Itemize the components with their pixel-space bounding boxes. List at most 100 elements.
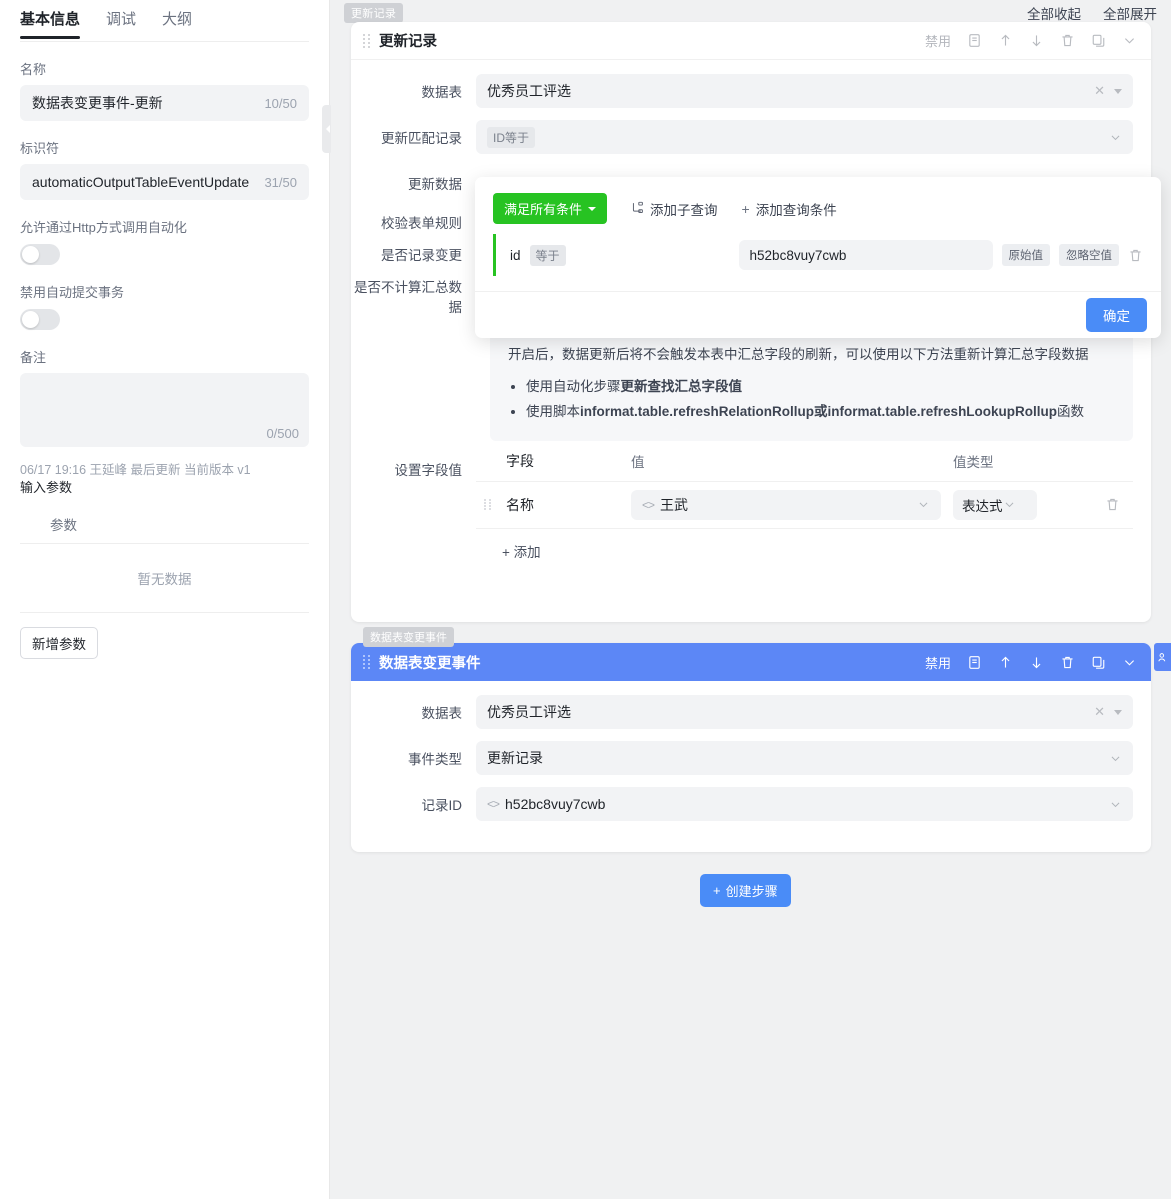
chevron-down-icon[interactable] [1109,752,1122,765]
column-header-type: 值类型 [941,451,1091,471]
event-datasheet-select[interactable]: 优秀员工评选 ✕ [476,695,1133,729]
move-down-icon[interactable] [1029,33,1044,48]
http-call-label: 允许通过Http方式调用自动化 [20,217,309,236]
list-item: 使用脚本informat.table.refreshRelationRollup… [526,399,1115,425]
trigger-card-tag: 数据表变更事件 [363,627,454,647]
chevron-down-icon[interactable] [1109,798,1122,811]
drag-handle-icon[interactable] [363,34,370,48]
note-icon[interactable] [967,655,982,670]
copy-icon[interactable] [1091,33,1106,48]
card-body: 数据表 优秀员工评选 ✕ 事件类型 更新记录 [351,681,1151,821]
parameter-column-header: 参数 [20,506,309,544]
flow-step-tag: 更新记录 [344,3,403,23]
collaborators-side-tab[interactable] [1154,643,1171,671]
move-up-icon[interactable] [998,655,1013,670]
sidebar-tabs: 基本信息 调试 大纲 [20,0,309,42]
chevron-down-icon[interactable] [1003,498,1016,511]
disable-step-button[interactable]: 禁用 [925,653,951,672]
disable-step-button[interactable]: 禁用 [925,31,951,50]
drag-handle-icon[interactable] [484,499,491,511]
row-delete-cell [1091,497,1133,512]
add-field-value-label: 添加 [514,545,541,560]
confirm-button[interactable]: 确定 [1086,298,1147,332]
popup-body: 满足所有条件 添加子查询 [475,177,1161,276]
datasheet-row: 数据表 优秀员工评选 ✕ [351,74,1133,108]
clear-icon[interactable]: ✕ [1094,704,1105,720]
record-id-select[interactable]: <> h52bc8vuy7cwb [476,787,1133,821]
name-value: 数据表变更事件-更新 [32,93,163,113]
copy-icon[interactable] [1091,655,1106,670]
create-step-button[interactable]: + 创建步骤 [700,874,791,907]
parameter-empty-state: 暂无数据 [20,544,309,613]
drag-handle-icon[interactable] [363,655,370,669]
card-header: 数据表变更事件 禁用 [351,643,1151,681]
delete-icon[interactable] [1060,655,1075,670]
tab-debug[interactable]: 调试 [106,8,136,38]
flow-canvas: 更新记录 全部收起 全部展开 更新记录 禁用 [331,0,1171,1199]
chevron-down-icon[interactable] [1122,33,1137,48]
tab-basic-info[interactable]: 基本信息 [20,8,80,38]
add-condition-button[interactable]: + 添加查询条件 [742,199,837,219]
event-datasheet-value: 优秀员工评选 [487,702,571,722]
expand-all-button[interactable]: 全部展开 [1103,3,1157,23]
delete-icon[interactable] [1060,33,1075,48]
query-condition-row: id 等于 h52bc8vuy7cwb 原始值 忽略空值 [493,234,1143,276]
move-up-icon[interactable] [998,33,1013,48]
add-subquery-button[interactable]: 添加子查询 [631,199,718,219]
row-value-select[interactable]: <> 王武 [631,490,941,520]
card-title: 更新记录 [379,30,437,51]
event-type-select[interactable]: 更新记录 [476,741,1133,775]
condition-value-input[interactable]: h52bc8vuy7cwb [739,240,993,270]
delete-icon[interactable] [1128,248,1143,263]
last-updated-meta: 06/17 19:16 王延峰 最后更新 当前版本 v1 输入参数 [20,461,309,498]
info-bullet-list: 使用自动化步骤更新查找汇总字段值 使用脚本informat.table.refr… [526,374,1115,425]
column-header-actions [1091,451,1133,471]
row-value-text: 王武 [660,495,688,515]
chevron-down-icon[interactable] [917,498,930,511]
tab-outline[interactable]: 大纲 [162,8,192,38]
collapse-all-button[interactable]: 全部收起 [1027,3,1081,23]
chevron-down-icon[interactable] [1122,655,1137,670]
condition-field-name[interactable]: id [510,248,521,263]
name-counter: 10/50 [264,96,297,111]
http-call-toggle[interactable] [20,244,60,265]
card-header-tools: 禁用 [925,31,1137,50]
chevron-down-icon[interactable] [1114,710,1122,715]
plus-icon: + [713,883,721,898]
field-values-section: 设置字段值 字段 值 值类型 [351,447,1133,561]
raw-value-button[interactable]: 原始值 [1002,244,1051,266]
canvas-top-actions: 全部收起 全部展开 [1027,3,1157,23]
match-mode-label: 满足所有条件 [504,199,582,218]
remark-textarea[interactable]: 0/500 [20,373,309,447]
info-paragraph: 开启后，数据更新后将不会触发本表中汇总字段的刷新，可以使用以下方法重新计算汇总字… [508,344,1115,366]
move-down-icon[interactable] [1029,655,1044,670]
disable-transaction-toggle[interactable] [20,309,60,330]
add-field-value-button[interactable]: + 添加 [476,529,1133,561]
remark-counter: 0/500 [266,426,299,441]
datasheet-select[interactable]: 优秀员工评选 ✕ [476,74,1133,108]
chevron-down-icon[interactable] [1109,131,1122,144]
clear-icon[interactable]: ✕ [1094,83,1105,99]
row-type-select[interactable]: 表达式 [953,490,1037,520]
chevron-down-icon[interactable] [1114,89,1122,94]
popup-footer: 确定 [475,291,1161,338]
plus-icon: + [502,545,510,560]
add-subquery-label: 添加子查询 [650,199,718,219]
match-record-select[interactable]: ID等于 [476,120,1133,154]
field-name-text: 名称 [506,497,534,513]
match-mode-dropdown[interactable]: 满足所有条件 [493,193,607,224]
ignore-empty-button[interactable]: 忽略空值 [1059,244,1119,266]
delete-icon[interactable] [1105,497,1120,512]
parameter-table: 参数 暂无数据 [20,506,309,613]
event-datasheet-row: 数据表 优秀员工评选 ✕ [351,695,1133,729]
note-icon[interactable] [967,33,982,48]
condition-operator[interactable]: 等于 [530,245,566,266]
field-values-table: 字段 值 值类型 名称 [476,447,1133,561]
identifier-input[interactable]: automaticOutputTableEventUpdate 31/50 [20,164,309,200]
chevron-down-icon [588,207,596,211]
row-type-cell: 表达式 [941,490,1091,520]
chevron-left-icon [326,125,330,133]
name-input[interactable]: 数据表变更事件-更新 10/50 [20,85,309,121]
add-parameter-button[interactable]: 新增参数 [20,627,98,659]
field-values-label: 设置字段值 [351,447,476,561]
